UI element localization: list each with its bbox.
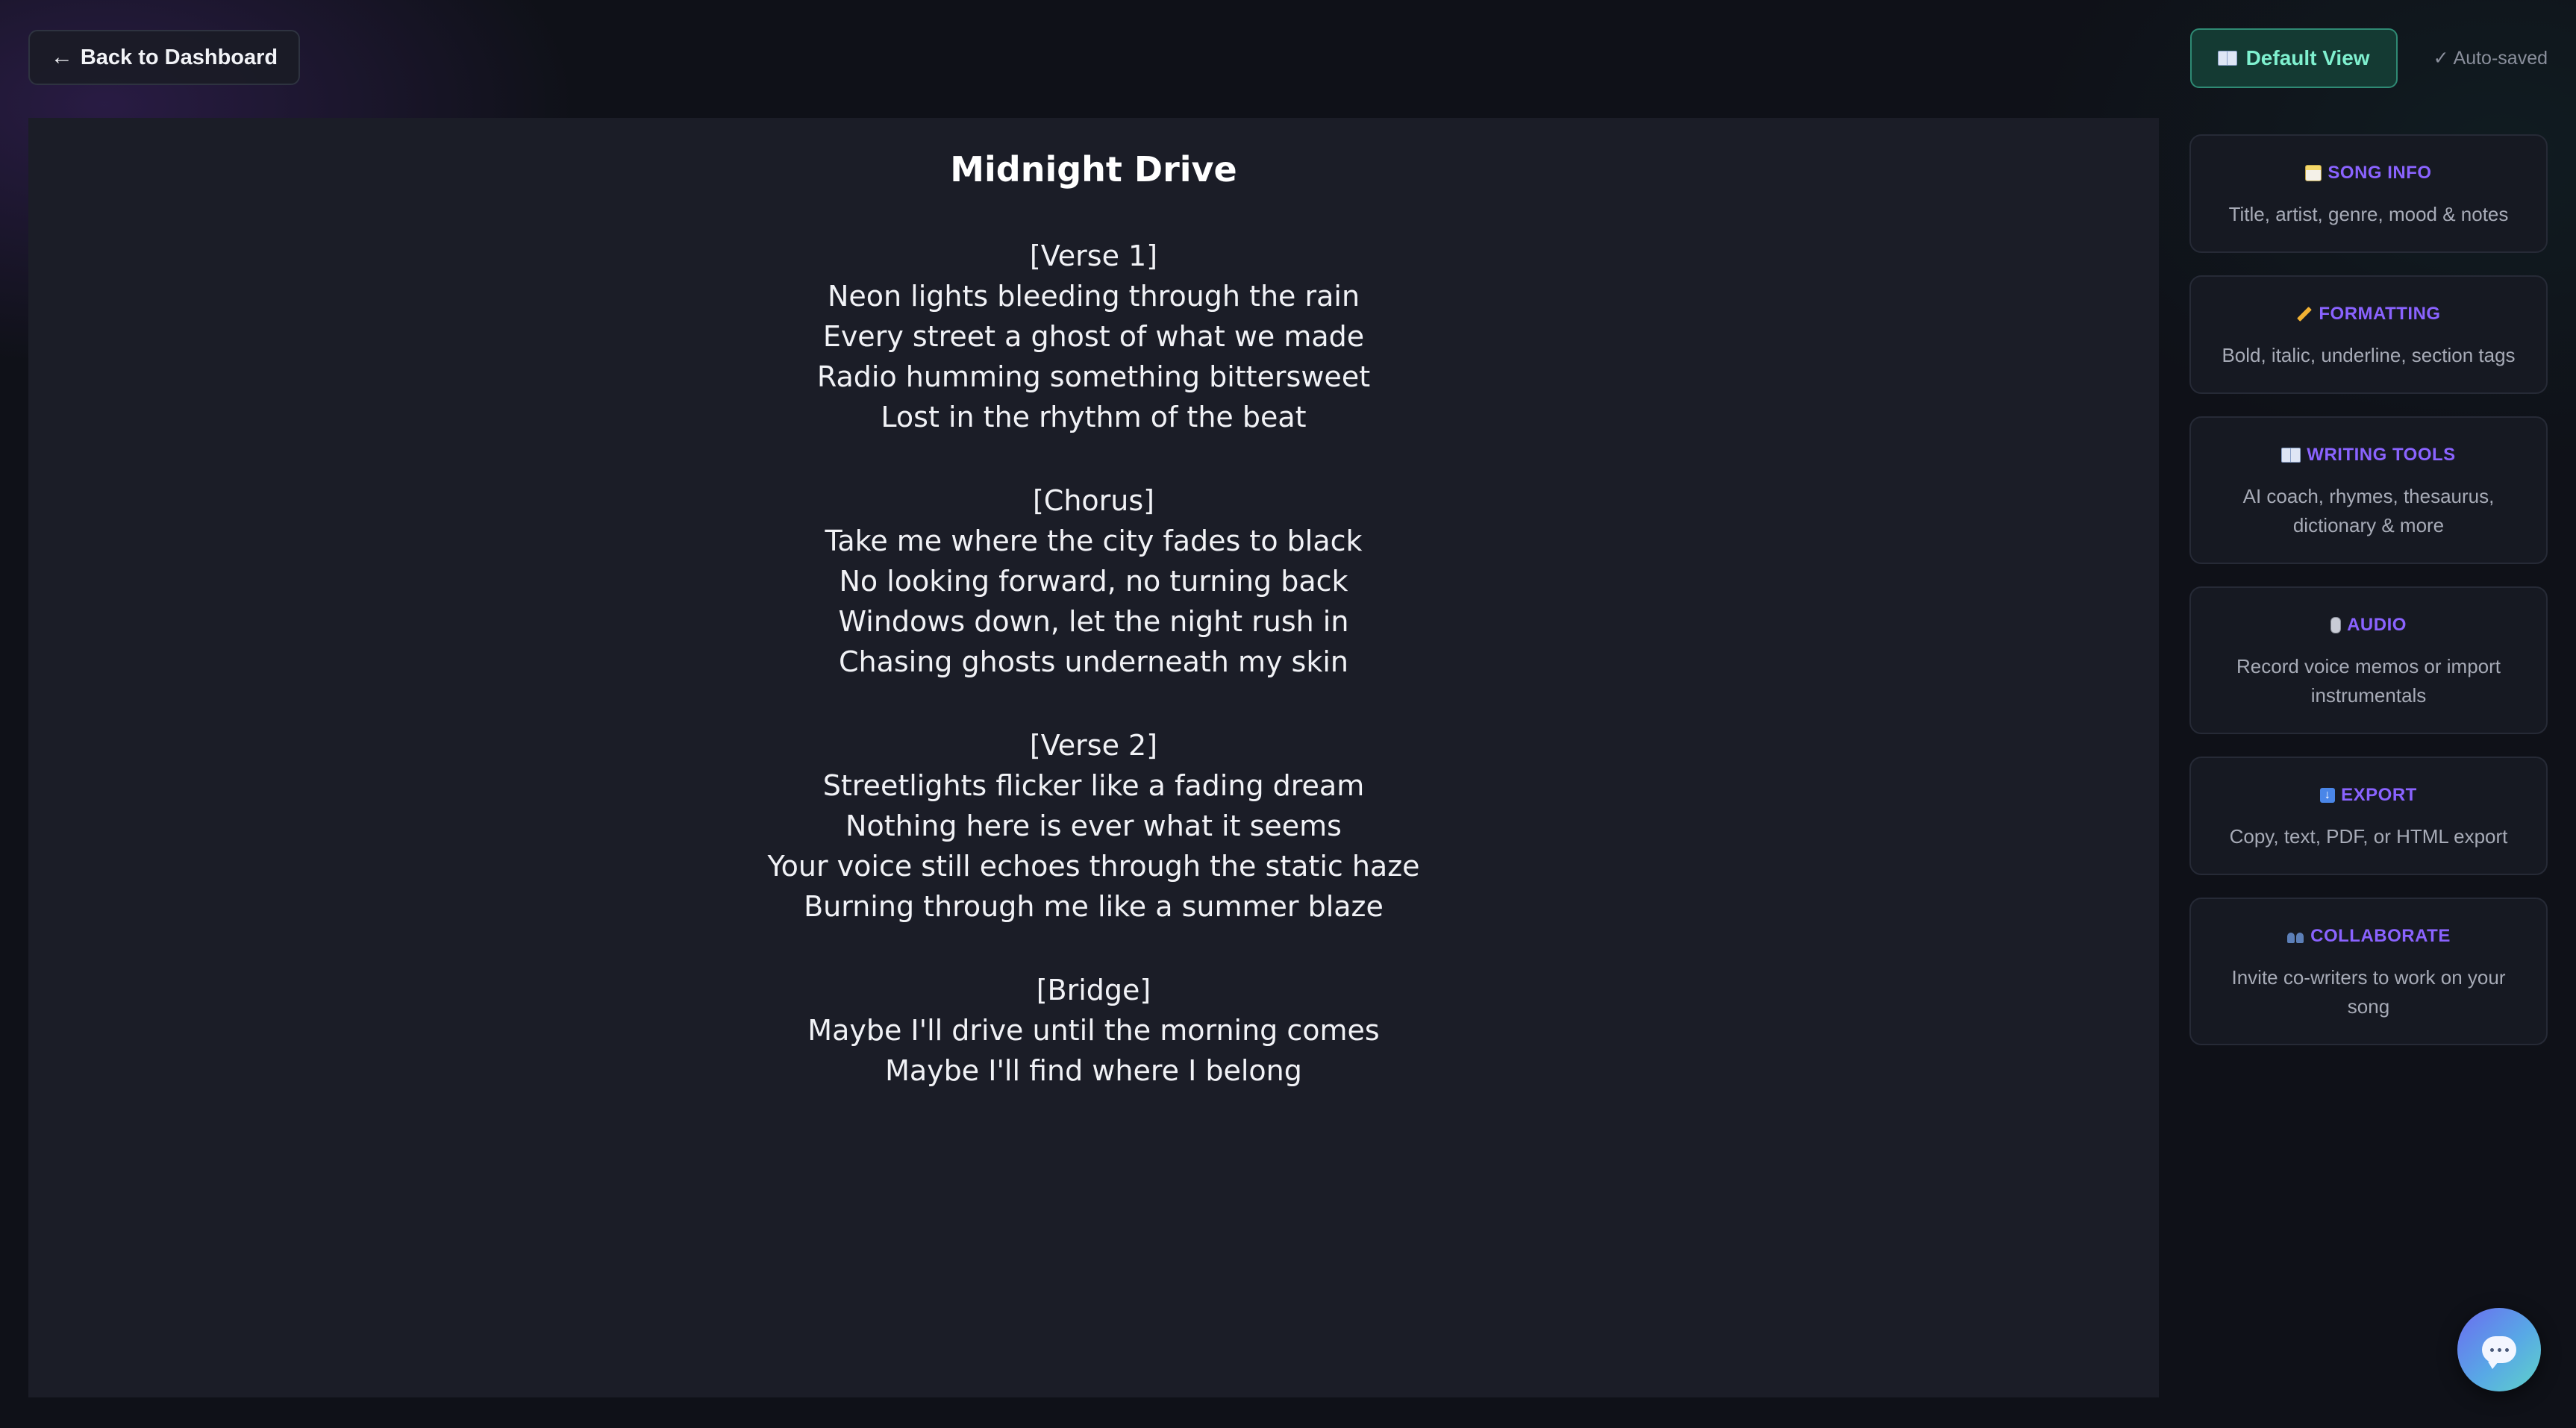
microphone-icon: [2330, 617, 2342, 633]
lyric-line: Windows down, let the night rush in: [838, 605, 1349, 638]
lyrics-body[interactable]: [Verse 1] Neon lights bleeding through t…: [28, 236, 2159, 1091]
card-description: AI coach, rhymes, thesaurus, dictionary …: [2242, 485, 2495, 536]
chat-dot: [2489, 1347, 2494, 1352]
card-title: WRITING TOOLS: [2307, 445, 2456, 465]
lyric-line: Nothing here is ever what it seems: [845, 809, 1342, 842]
card-description: Invite co-writers to work on your song: [2231, 966, 2506, 1018]
song-info-card[interactable]: SONG INFO Title, artist, genre, mood & n…: [2189, 134, 2548, 253]
book-icon: [2281, 448, 2301, 463]
back-to-dashboard-button[interactable]: ← Back to Dashboard: [28, 30, 300, 85]
formatting-card[interactable]: FORMATTING Bold, italic, underline, sect…: [2189, 275, 2548, 394]
default-view-label: Default View: [2245, 46, 2370, 69]
checkmark-icon: ✓: [2433, 48, 2449, 69]
card-title: FORMATTING: [2319, 304, 2441, 324]
formatting-card-header: FORMATTING: [2209, 304, 2528, 325]
lyric-line: Radio humming something bittersweet: [816, 360, 1371, 393]
pencil-icon: [2297, 307, 2313, 322]
writing-tools-card-header: WRITING TOOLS: [2209, 445, 2528, 466]
card-title: SONG INFO: [2328, 163, 2432, 183]
people-icon: [2286, 930, 2304, 943]
section-tag: [Chorus]: [1032, 484, 1155, 517]
section-tag: [Verse 2]: [1029, 729, 1158, 762]
card-description: Bold, italic, underline, section tags: [2222, 344, 2516, 366]
lyric-section-bridge: [Bridge] Maybe I'll drive until the morn…: [28, 970, 2159, 1091]
lyric-line: Lost in the rhythm of the beat: [881, 401, 1307, 433]
writing-tools-card[interactable]: WRITING TOOLS AI coach, rhymes, thesauru…: [2189, 416, 2548, 564]
lyric-line: Streetlights flicker like a fading dream: [822, 769, 1365, 802]
song-info-card-header: SONG INFO: [2209, 163, 2528, 184]
card-description: Title, artist, genre, mood & notes: [2228, 203, 2509, 225]
card-description: Record voice memos or import instrumenta…: [2236, 655, 2501, 707]
export-card-header: ↓ EXPORT: [2209, 785, 2528, 806]
default-view-button[interactable]: Default View: [2189, 28, 2398, 88]
lyric-section-chorus: [Chorus] Take me where the city fades to…: [28, 480, 2159, 682]
lyrics-editor[interactable]: Midnight Drive [Verse 1] Neon lights ble…: [28, 118, 2159, 1397]
lyric-line: Maybe I'll find where I belong: [885, 1054, 1302, 1087]
lyric-section-verse-2: [Verse 2] Streetlights flicker like a fa…: [28, 725, 2159, 927]
lyric-line: Maybe I'll drive until the morning comes: [807, 1014, 1380, 1047]
section-tag: [Bridge]: [1036, 974, 1151, 1006]
card-description: Copy, text, PDF, or HTML export: [2229, 825, 2508, 848]
notepad-icon: [2305, 165, 2322, 181]
card-title: COLLABORATE: [2310, 926, 2451, 946]
lyric-line: Your voice still echoes through the stat…: [767, 850, 1420, 883]
chat-dot: [2497, 1347, 2501, 1352]
autosave-status: ✓ Auto-saved: [2433, 47, 2548, 69]
lyric-line: Burning through me like a summer blaze: [804, 890, 1384, 923]
header-actions: Default View ✓ Auto-saved: [2189, 28, 2548, 88]
song-editor-page: ← Back to Dashboard Default View ✓ Auto-…: [0, 0, 2576, 1428]
lyric-line: Every street a ghost of what we made: [822, 320, 1365, 353]
chat-assistant-button[interactable]: [2457, 1308, 2541, 1391]
chat-bubble-icon: [2482, 1336, 2516, 1369]
section-tag: [Verse 1]: [1029, 239, 1158, 272]
back-button-label: Back to Dashboard: [80, 45, 278, 69]
card-title: EXPORT: [2341, 785, 2417, 805]
audio-card[interactable]: AUDIO Record voice memos or import instr…: [2189, 586, 2548, 734]
chat-dot: [2504, 1347, 2509, 1352]
song-title: Midnight Drive: [950, 149, 1237, 190]
lyric-section-verse-1: [Verse 1] Neon lights bleeding through t…: [28, 236, 2159, 437]
collaborate-card-header: COLLABORATE: [2209, 926, 2528, 947]
lyric-line: Neon lights bleeding through the rain: [827, 280, 1360, 313]
lyric-line: No looking forward, no turning back: [839, 565, 1348, 598]
lyric-line: Chasing ghosts underneath my skin: [838, 645, 1349, 678]
audio-card-header: AUDIO: [2209, 615, 2528, 636]
download-icon: ↓: [2320, 788, 2336, 803]
book-icon: [2217, 51, 2237, 66]
card-title: AUDIO: [2347, 615, 2407, 635]
arrow-left-icon: ←: [50, 45, 73, 69]
collaborate-card[interactable]: COLLABORATE Invite co-writers to work on…: [2189, 898, 2548, 1045]
export-card[interactable]: ↓ EXPORT Copy, text, PDF, or HTML export: [2189, 757, 2548, 875]
tools-sidebar: SONG INFO Title, artist, genre, mood & n…: [2189, 134, 2548, 1068]
autosave-label: Auto-saved: [2453, 47, 2548, 69]
lyric-line: Take me where the city fades to black: [825, 524, 1363, 557]
